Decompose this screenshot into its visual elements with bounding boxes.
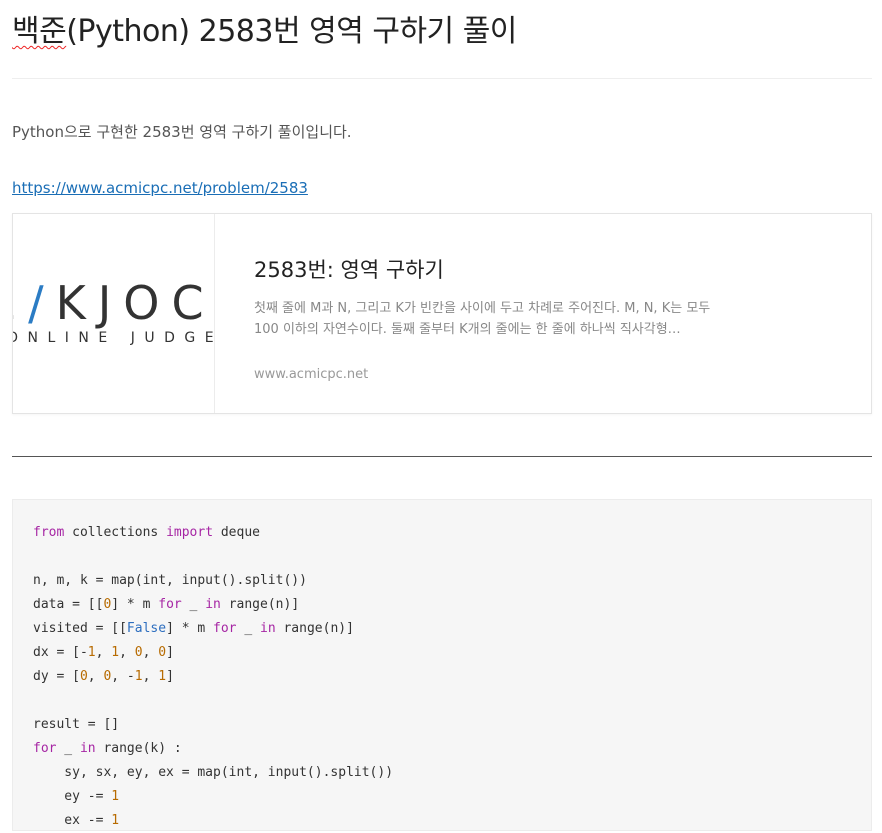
code-content: from collections import deque n, m, k = m… bbox=[33, 521, 393, 833]
code-line: dy = [0, 0, -1, 1] bbox=[33, 669, 174, 684]
code-line: ey -= 1 bbox=[33, 789, 120, 804]
card-title: 2583번: 영역 구하기 bbox=[254, 258, 444, 282]
section-divider bbox=[12, 456, 872, 457]
card-thumbnail: E/KJOC ONLINE JUDGE bbox=[13, 214, 215, 413]
baekjoon-logo: E/KJOC bbox=[13, 276, 215, 330]
page-title: 백준(Python) 2583번 영역 구하기 풀이 bbox=[12, 12, 517, 52]
code-line: for _ in range(k) : bbox=[33, 741, 182, 756]
intro-text: Python으로 구현한 2583번 영역 구하기 풀이입니다. bbox=[12, 123, 352, 141]
code-line: from collections import deque bbox=[33, 525, 260, 540]
title-rest: (Python) 2583번 영역 구하기 풀이 bbox=[66, 14, 517, 49]
code-line: data = [[0] * m for _ in range(n)] bbox=[33, 597, 300, 612]
code-line: dx = [-1, 1, 0, 0] bbox=[33, 645, 174, 660]
title-prefix: 백준 bbox=[12, 14, 67, 49]
code-line: ex -= 1 bbox=[33, 813, 120, 828]
card-description: 첫째 줄에 M과 N, 그리고 K가 빈칸을 사이에 두고 차례로 주어진다. … bbox=[254, 301, 711, 337]
baekjoon-logo-subtitle: ONLINE JUDGE bbox=[13, 330, 215, 346]
code-line: result = [] bbox=[33, 717, 120, 732]
code-block: from collections import deque n, m, k = m… bbox=[12, 499, 872, 831]
code-line: n, m, k = map(int, input().split()) bbox=[33, 573, 307, 588]
title-divider bbox=[12, 78, 872, 79]
problem-link[interactable]: https://www.acmicpc.net/problem/2583 bbox=[12, 179, 308, 197]
link-preview-card[interactable]: E/KJOC ONLINE JUDGE 2583번: 영역 구하기 첫째 줄에 … bbox=[12, 213, 872, 414]
code-line: sy, sx, ey, ex = map(int, input().split(… bbox=[33, 765, 394, 780]
card-domain: www.acmicpc.net bbox=[254, 367, 369, 382]
code-line: visited = [[False] * m for _ in range(n)… bbox=[33, 621, 354, 636]
